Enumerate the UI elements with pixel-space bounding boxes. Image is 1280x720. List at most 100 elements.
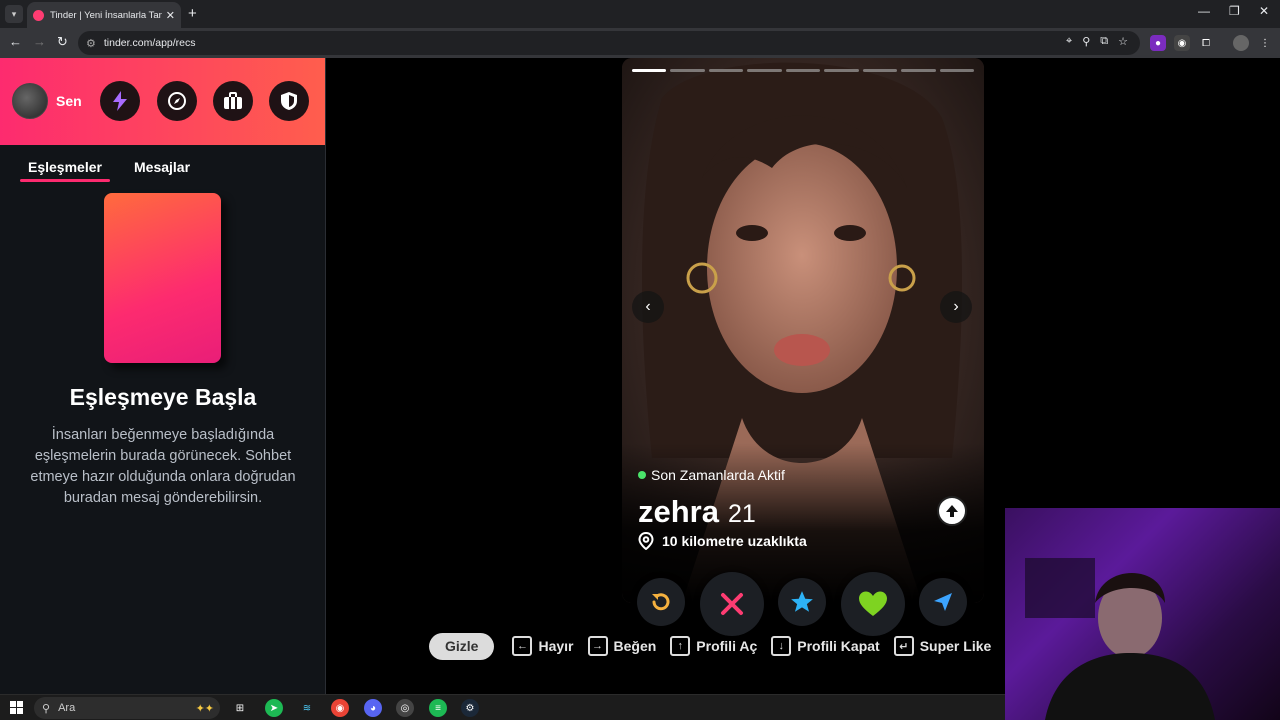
nope-button[interactable] <box>700 572 764 636</box>
app-icon[interactable]: ≋ <box>298 699 316 717</box>
forward-icon[interactable]: → <box>33 34 46 49</box>
action-buttons <box>637 572 977 636</box>
menu-icon[interactable]: ⋮ <box>1257 35 1273 51</box>
hide-shortcuts-button[interactable]: Gizle <box>429 632 495 660</box>
new-tab-button[interactable]: + <box>188 5 197 22</box>
restore-icon[interactable]: ❐ <box>1229 4 1240 18</box>
steam-icon[interactable]: ⚙ <box>461 699 479 717</box>
search-icon: ⚲ <box>42 702 51 715</box>
distance-text: 10 kilometre uzaklıkta <box>662 533 807 549</box>
boost-icon <box>934 593 952 611</box>
profile-avatar-icon[interactable] <box>1233 35 1249 51</box>
arrow-left-key-icon: ← <box>512 636 533 656</box>
browser-tab-strip: ▾ Tinder | Yeni İnsanlarla Tanış, Bu ✕ +… <box>0 0 1280 28</box>
work-button[interactable] <box>213 81 253 121</box>
arrow-right-key-icon: → <box>587 636 608 656</box>
online-dot-icon <box>638 471 646 479</box>
profile-card[interactable]: ‹ › Son Zamanlarda Aktif zehra 21 10 kil… <box>622 58 984 603</box>
shortcut-label: Hayır <box>538 638 574 654</box>
keyboard-shortcuts: Gizle ← Hayır → Beğen ↑ Profili Aç ↓ Pro… <box>429 632 1005 660</box>
rewind-icon <box>652 593 670 611</box>
shortcut-label: Profili Aç <box>696 638 758 654</box>
explore-button[interactable] <box>157 81 197 121</box>
shortcut-label: Profili Kapat <box>797 638 880 654</box>
copilot-sparkle-icon: ✦✦ <box>195 702 214 715</box>
activity-text: Son Zamanlarda Aktif <box>651 467 785 483</box>
obs-icon[interactable]: ◎ <box>396 699 414 717</box>
photo-progress-bar[interactable] <box>862 69 898 72</box>
browser-tab[interactable]: Tinder | Yeni İnsanlarla Tanış, Bu ✕ <box>27 2 181 28</box>
active-tab-indicator <box>20 179 110 182</box>
extension-icon[interactable]: ◉ <box>1174 35 1190 51</box>
tab-search-button[interactable]: ▾ <box>5 5 23 23</box>
open-profile-button[interactable] <box>937 496 967 526</box>
discord-icon[interactable]: ◕ <box>364 699 382 717</box>
next-photo-button[interactable]: › <box>940 291 972 323</box>
search-placeholder: Ara <box>58 702 76 714</box>
webcam-overlay <box>1005 508 1280 720</box>
like-button[interactable] <box>841 572 905 636</box>
window-close-icon[interactable]: ✕ <box>1259 4 1269 18</box>
location-icon[interactable]: ⌖ <box>1066 35 1072 48</box>
profile-age: 21 <box>727 500 756 528</box>
site-info-icon[interactable]: ⚙ <box>86 37 96 50</box>
extension-icon[interactable]: ● <box>1150 35 1166 51</box>
boost-send-button[interactable] <box>919 578 967 626</box>
sidebar-header: Sen <box>0 58 325 145</box>
install-icon[interactable]: ⧉ <box>1100 35 1108 48</box>
activity-status: Son Zamanlarda Aktif <box>638 467 785 483</box>
tab-title: Tinder | Yeni İnsanlarla Tanış, Bu <box>50 9 162 21</box>
taskbar: ⚲ Ara ✦✦ ⊞ ➤ ≋ ◉ ◕ ◎ ≡ ⚙ <box>0 694 1005 720</box>
bookmark-star-icon[interactable]: ☆ <box>1118 35 1128 48</box>
compass-icon <box>168 92 186 110</box>
location-pin-icon <box>638 532 654 550</box>
photo-progress-bar[interactable] <box>824 69 859 72</box>
tab-close-icon[interactable]: ✕ <box>166 9 175 22</box>
enter-key-icon: ↵ <box>893 636 914 656</box>
arrow-up-key-icon: ↑ <box>670 636 691 656</box>
tinder-favicon-icon <box>33 9 44 21</box>
avatar[interactable] <box>12 83 48 119</box>
photo-progress-bar[interactable] <box>670 69 705 72</box>
super-like-icon <box>791 591 813 612</box>
previous-photo-button[interactable]: ‹ <box>632 291 664 323</box>
distance-line: 10 kilometre uzaklıkta <box>638 532 807 550</box>
arrow-down-key-icon: ↓ <box>771 636 792 656</box>
empty-state-description: İnsanları beğenmeye başladığında eşleşme… <box>30 427 296 506</box>
spotify-icon[interactable]: ≡ <box>429 699 447 717</box>
photo-progress-bar[interactable] <box>939 69 974 72</box>
empty-match-card <box>104 193 221 363</box>
photo-progress-bar[interactable] <box>747 69 782 72</box>
extensions-puzzle-icon[interactable]: ⧠ <box>1198 35 1214 51</box>
windows-start-icon[interactable] <box>10 701 23 714</box>
back-icon[interactable]: ← <box>9 34 22 49</box>
boost-button[interactable] <box>100 81 140 121</box>
photo-progress-bar[interactable] <box>901 69 936 72</box>
rewind-button[interactable] <box>637 578 685 626</box>
shortcut-nope: ← Hayır <box>512 636 574 656</box>
like-icon <box>859 591 887 616</box>
photo-progress-bar[interactable] <box>785 69 821 72</box>
address-bar[interactable]: ⚙ tinder.com/app/recs ⌖ ⚲ ⧉ ☆ <box>78 31 1140 55</box>
app-icon[interactable]: ➤ <box>265 699 283 717</box>
photo-progress-bar[interactable] <box>708 69 744 72</box>
task-view-icon[interactable]: ⊞ <box>231 699 249 717</box>
minimize-icon[interactable]: — <box>1198 4 1210 18</box>
taskbar-search[interactable]: ⚲ Ara ✦✦ <box>34 697 220 719</box>
user-label[interactable]: Sen <box>56 93 82 109</box>
safety-button[interactable] <box>269 81 309 121</box>
sidebar-tabs: Eşleşmeler Mesajlar <box>0 145 325 193</box>
photo-progress-bar[interactable] <box>632 69 667 72</box>
tab-messages[interactable]: Mesajlar <box>134 159 190 175</box>
shortcut-open-profile: ↑ Profili Aç <box>670 636 757 656</box>
zoom-icon[interactable]: ⚲ <box>1082 35 1090 48</box>
chrome-icon[interactable]: ◉ <box>331 699 349 717</box>
browser-toolbar: ← → ↻ ⚙ tinder.com/app/recs ⌖ ⚲ ⧉ ☆ ● ◉ … <box>0 28 1280 58</box>
matches-sidebar: Sen Eşleşmeler Mesajlar Eşleşmeye Başla … <box>0 58 326 694</box>
briefcase-icon <box>224 92 242 109</box>
tab-matches[interactable]: Eşleşmeler <box>28 159 102 175</box>
shield-icon <box>281 92 297 110</box>
super-like-button[interactable] <box>778 578 826 626</box>
reload-icon[interactable]: ↻ <box>57 34 68 50</box>
shortcut-label: Super Like <box>919 638 992 654</box>
